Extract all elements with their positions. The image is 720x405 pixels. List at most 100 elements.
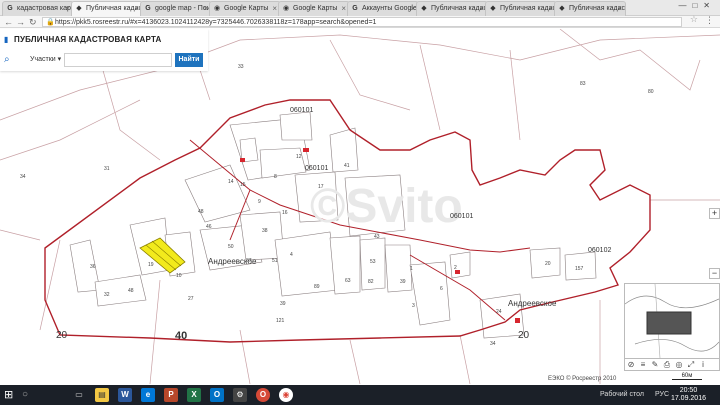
parcel-number-label[interactable]: 15 bbox=[240, 182, 246, 188]
window-controls[interactable]: —□✕ bbox=[678, 1, 716, 10]
close-tab-icon[interactable]: × bbox=[134, 2, 139, 16]
parcel-number-label[interactable]: 51 bbox=[272, 258, 278, 264]
browser-tab[interactable]: ◆ Публичная кадаст × bbox=[71, 1, 143, 17]
parcel-number-label[interactable]: 6 bbox=[440, 286, 443, 292]
close-tab-icon[interactable]: × bbox=[617, 2, 622, 16]
parcel-number-label[interactable]: 24 bbox=[496, 309, 502, 315]
settings-icon[interactable]: ⚙ bbox=[233, 388, 247, 402]
overview-minimap[interactable] bbox=[624, 283, 720, 359]
parcel-number-label[interactable]: 89 bbox=[314, 284, 320, 290]
back-icon[interactable]: ← bbox=[4, 16, 13, 28]
layers-icon[interactable]: ≡ bbox=[637, 359, 649, 371]
parcel-number-label[interactable]: 121 bbox=[276, 318, 285, 324]
close-tab-icon[interactable]: × bbox=[203, 2, 208, 16]
parcel-number-label[interactable]: 80 bbox=[648, 89, 654, 95]
reload-icon[interactable]: ↻ bbox=[29, 16, 37, 28]
parcel-number-label[interactable]: 20 bbox=[545, 261, 551, 267]
parcel-number-label[interactable]: 39 bbox=[280, 301, 286, 307]
browser-tab[interactable]: ◆ Публичная кадаст × bbox=[416, 1, 488, 16]
word-icon[interactable]: W bbox=[118, 388, 132, 402]
link-icon[interactable]: ⊘ bbox=[625, 359, 637, 371]
parcel-number-label[interactable]: 43 bbox=[374, 234, 380, 240]
parcel-number-label[interactable]: 48 bbox=[128, 288, 134, 294]
close-tab-icon[interactable]: × bbox=[272, 2, 277, 16]
parcel-number-label[interactable]: 50 bbox=[228, 244, 234, 250]
excel-icon[interactable]: X bbox=[187, 388, 201, 402]
parcel-number-label[interactable]: 41 bbox=[344, 163, 350, 169]
close-tab-icon[interactable]: × bbox=[479, 2, 484, 16]
parcel-number-label[interactable]: 38 bbox=[262, 228, 268, 234]
find-button[interactable]: Найти bbox=[175, 53, 203, 67]
parcel-number-label[interactable]: 2 bbox=[454, 265, 457, 271]
parcel-number-label[interactable]: 53 bbox=[370, 259, 376, 265]
taskbar-clock[interactable]: 20:50 17.09.2016 bbox=[671, 387, 706, 403]
parcel-number-label[interactable]: 1 bbox=[410, 266, 413, 272]
parcel-number-label[interactable]: 34 bbox=[490, 341, 496, 347]
browser-tab[interactable]: ◆ Публичная кадаст × bbox=[554, 1, 626, 16]
browser-tab[interactable]: Ggoogle map - Пои × bbox=[140, 1, 212, 16]
parcel-number-label[interactable]: 27 bbox=[188, 296, 194, 302]
measure-icon[interactable]: ✎ bbox=[649, 359, 661, 371]
parcel-number-label[interactable]: 9 bbox=[258, 199, 261, 205]
close-tab-icon[interactable]: × bbox=[548, 2, 553, 16]
bookmark-star-icon[interactable]: ☆ bbox=[690, 14, 698, 25]
parcel-number-label[interactable]: 4 bbox=[290, 252, 293, 258]
parcel-number-label[interactable]: 34 bbox=[20, 174, 26, 180]
outlook-icon[interactable]: O bbox=[210, 388, 224, 402]
print-icon[interactable]: ⎙ bbox=[661, 359, 673, 371]
parcel-number-label[interactable]: 8 bbox=[274, 174, 277, 180]
url-field[interactable]: 🔒 https://pkk5.rosreestr.ru/#x=4136023.1… bbox=[42, 17, 682, 27]
parcel-number-label[interactable]: 33 bbox=[238, 64, 244, 70]
parcel-number-label[interactable]: 10 bbox=[176, 273, 182, 279]
zoom-out-button[interactable]: − bbox=[709, 268, 720, 279]
map-attribution: ЕЭКО © Росреестр 2010 bbox=[548, 376, 617, 382]
parcel-number-label[interactable]: 16 bbox=[282, 210, 288, 216]
close-tab-icon[interactable]: × bbox=[341, 2, 346, 16]
parcel-number-label[interactable]: 32 bbox=[104, 292, 110, 298]
parcel-number-label[interactable]: 39 bbox=[400, 279, 406, 285]
parcel-number-label[interactable]: 36 bbox=[90, 264, 96, 270]
category-select[interactable]: Участки ▾ bbox=[16, 53, 64, 67]
browser-tab[interactable]: ◉ Google Карты × bbox=[209, 1, 281, 16]
parcel-number-label[interactable]: 19 bbox=[148, 262, 154, 268]
parcel-number-label[interactable]: 12 bbox=[296, 154, 302, 160]
zoom-in-button[interactable]: + bbox=[709, 208, 720, 219]
browser-tab[interactable]: ◆ Публичная кадаст × bbox=[485, 1, 557, 16]
search-icon[interactable]: ○ bbox=[22, 387, 58, 403]
parcel-number-label[interactable]: 46 bbox=[206, 224, 212, 230]
powerpoint-icon[interactable]: P bbox=[164, 388, 178, 402]
task-view-icon[interactable]: ▭ bbox=[72, 388, 86, 402]
windows-start-icon[interactable]: ⊞ bbox=[4, 389, 16, 401]
info-icon[interactable]: i bbox=[697, 359, 709, 371]
parcel-number-label[interactable]: 48 bbox=[198, 209, 204, 215]
tray-language[interactable]: РУС bbox=[655, 385, 669, 405]
opera-icon[interactable]: O bbox=[256, 388, 270, 402]
forward-icon[interactable]: → bbox=[16, 16, 25, 28]
parcel-number-label[interactable]: 17 bbox=[318, 184, 324, 190]
parcel-number-label[interactable]: 14 bbox=[228, 179, 234, 185]
search-input[interactable] bbox=[64, 53, 172, 67]
fullscreen-icon[interactable]: ⤢ bbox=[685, 359, 697, 371]
locate-icon[interactable]: ◎ bbox=[673, 359, 685, 371]
parcel-number-label[interactable]: 3 bbox=[412, 303, 415, 309]
parcel-number-label[interactable]: 82 bbox=[368, 279, 374, 285]
browser-tab[interactable]: Gкадастровая карта × bbox=[2, 1, 74, 16]
close-tab-icon[interactable]: × bbox=[65, 2, 70, 16]
close-tab-icon[interactable]: × bbox=[410, 2, 415, 16]
browser-menu-icon[interactable]: ⋮ bbox=[705, 15, 714, 26]
browser-tab[interactable]: ◉ Google Карты × bbox=[278, 1, 350, 16]
browser-tab[interactable]: G Аккаунты Google × bbox=[347, 1, 419, 16]
scale-bar: 60м bbox=[672, 373, 702, 380]
parcel-number-label[interactable]: 63 bbox=[345, 278, 351, 284]
chrome-icon[interactable]: ◉ bbox=[279, 388, 293, 402]
search-icon[interactable]: ⌕ bbox=[4, 54, 10, 65]
file-explorer-icon[interactable]: ▤ bbox=[95, 388, 109, 402]
parcel-number-label[interactable]: 157 bbox=[575, 266, 584, 272]
parcel-number-label[interactable]: 31 bbox=[104, 166, 110, 172]
parcel-number-label[interactable]: 83 bbox=[580, 81, 586, 87]
parcel-number-label[interactable]: 37 bbox=[246, 258, 252, 264]
edge-icon[interactable]: e bbox=[141, 388, 155, 402]
tray-desktop-label[interactable]: Рабочий стол bbox=[600, 385, 644, 405]
cadastral-map[interactable]: ©Svito 060101 060101 060101 060102 Андре… bbox=[0, 29, 720, 384]
map-canvas[interactable]: ©Svito 060101 060101 060101 060102 Андре… bbox=[0, 29, 720, 384]
